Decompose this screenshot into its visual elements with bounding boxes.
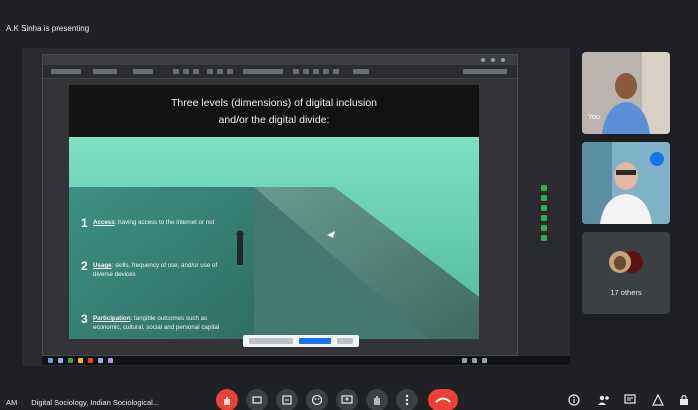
participant-tile-speaker[interactable] bbox=[582, 142, 670, 224]
windows-taskbar bbox=[42, 356, 570, 365]
meeting-details[interactable]: AM Digital Sociology, Indian Sociological… bbox=[6, 398, 159, 407]
info-icon[interactable] bbox=[566, 392, 582, 408]
raise-hand-icon[interactable] bbox=[366, 389, 388, 410]
meeting-name: Digital Sociology, Indian Sociological..… bbox=[31, 398, 160, 407]
bottom-bar: AM Digital Sociology, Indian Sociological… bbox=[0, 376, 698, 410]
slide-title: Three levels (dimensions) of digital inc… bbox=[170, 97, 377, 126]
hand-icon[interactable] bbox=[216, 389, 238, 410]
participant-video bbox=[582, 52, 670, 134]
emoji-icon[interactable] bbox=[306, 389, 328, 410]
participant-tile-self[interactable]: You bbox=[582, 52, 670, 134]
window-titlebar bbox=[43, 55, 517, 65]
activities-icon[interactable] bbox=[650, 392, 666, 408]
others-count: 17 others bbox=[610, 288, 642, 297]
present-icon[interactable] bbox=[276, 389, 298, 410]
captions-icon[interactable] bbox=[246, 389, 268, 410]
people-icon[interactable] bbox=[596, 392, 612, 408]
lock-icon[interactable] bbox=[676, 392, 692, 408]
speaking-indicator-icon bbox=[650, 152, 664, 166]
presentation-window: Three levels (dimensions) of digital inc… bbox=[42, 54, 547, 356]
end-call-icon[interactable] bbox=[428, 389, 458, 410]
participant-tile-others[interactable]: 17 others bbox=[582, 232, 670, 314]
shared-screen: Three levels (dimensions) of digital inc… bbox=[22, 48, 570, 366]
slide: Three levels (dimensions) of digital inc… bbox=[69, 85, 479, 339]
sharing-notification-bar[interactable] bbox=[243, 335, 359, 347]
screen-share-icon[interactable] bbox=[336, 389, 358, 410]
slide-header: Three levels (dimensions) of digital inc… bbox=[69, 85, 479, 137]
slide-scrollbar[interactable] bbox=[541, 185, 547, 285]
person-figure bbox=[237, 237, 243, 265]
self-label: You bbox=[588, 114, 600, 121]
clock-time: AM bbox=[6, 398, 18, 407]
slide-background-art bbox=[69, 137, 479, 339]
top-bar: A.K Sinha is presenting bbox=[0, 0, 698, 46]
others-avatars bbox=[609, 251, 643, 273]
ribbon-toolbar bbox=[43, 65, 517, 79]
chat-icon[interactable] bbox=[622, 392, 638, 408]
presenter-banner: A.K Sinha is presenting bbox=[6, 24, 90, 33]
more-icon[interactable] bbox=[396, 389, 418, 410]
